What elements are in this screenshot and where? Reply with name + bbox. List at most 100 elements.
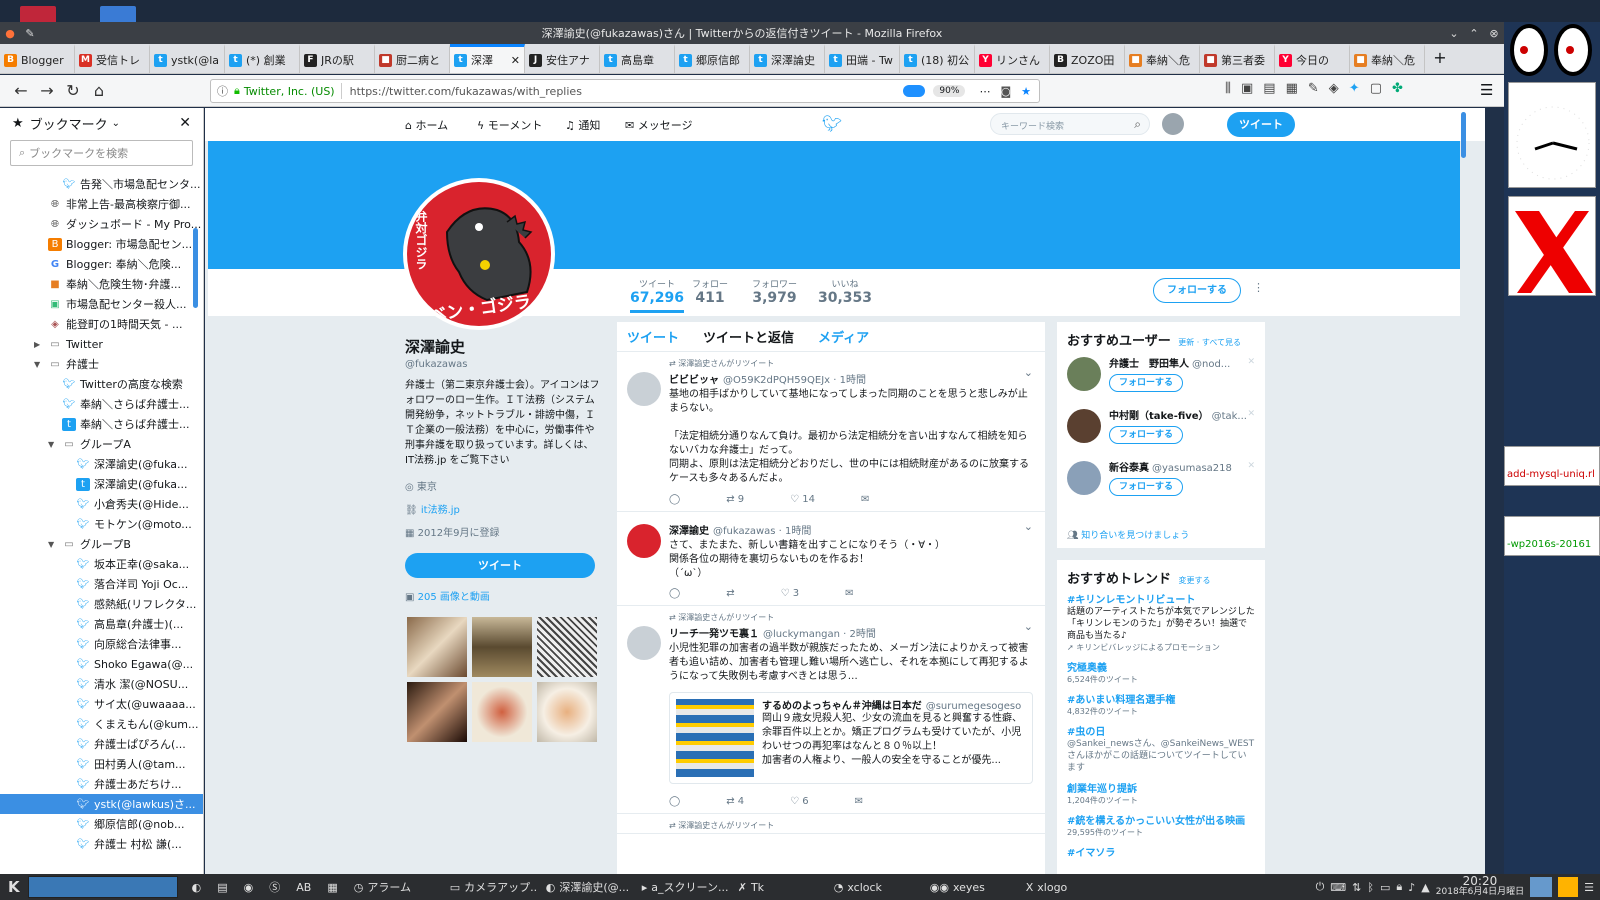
bookmark-item[interactable]: 🐦︎ 感熱紙(リフレクタ... bbox=[0, 594, 203, 614]
tab-item[interactable]: ■ 奉納＼危 bbox=[1350, 44, 1425, 73]
trend-item[interactable]: 究極奥義 6,524件のツイート bbox=[1067, 659, 1255, 685]
tweet-handle[interactable]: @O59K2dPQH59QEJx bbox=[723, 375, 830, 386]
user-avatar[interactable] bbox=[1067, 409, 1101, 443]
tab-item[interactable]: M 受信トレ bbox=[75, 44, 150, 73]
chevron-down-icon[interactable]: ⌄ bbox=[1024, 620, 1033, 633]
profile-name[interactable]: 深澤諭史 bbox=[405, 336, 601, 357]
close-tab-icon[interactable]: ✕ bbox=[511, 54, 520, 67]
taskbar-window[interactable]: ▸ a_スクリーン... bbox=[634, 876, 730, 898]
profile-stat[interactable]: フォロー 411 bbox=[692, 277, 728, 306]
tweet-time[interactable]: 2時間 bbox=[850, 629, 876, 640]
bookmark-item[interactable]: ▶ ▭ Twitter bbox=[0, 334, 203, 354]
find-friends-label[interactable]: 知り合いを見つけましょう bbox=[1081, 531, 1189, 541]
bookmark-item[interactable]: 🐦︎ 坂本正幸(@saka... bbox=[0, 554, 203, 574]
bookmark-item[interactable]: 🐦︎ くまえもん(@kum... bbox=[0, 714, 203, 734]
chevron-down-icon[interactable]: ⌄ bbox=[1024, 520, 1033, 533]
xeyes-widget[interactable] bbox=[1504, 22, 1600, 78]
retweet-action[interactable]: ⇄ 9 bbox=[726, 494, 744, 505]
twitter-search-input[interactable]: キーワード検索 ⌕ bbox=[990, 113, 1150, 135]
recommended-user-name[interactable]: 中村剛（take-five） bbox=[1109, 411, 1209, 422]
launcher-icon[interactable]: Ⓢ bbox=[261, 876, 288, 898]
reader-icon[interactable]: ▤ bbox=[1263, 81, 1275, 96]
retweet-action[interactable]: ⇄ 4 bbox=[726, 796, 744, 807]
page-actions-icon[interactable]: ⋯ bbox=[979, 85, 990, 98]
tab-item[interactable]: t (18) 初公 bbox=[900, 44, 975, 73]
trend-name[interactable]: 創業年巡り提訴 bbox=[1067, 780, 1255, 795]
recommended-user-handle[interactable]: @tak... bbox=[1212, 411, 1247, 422]
dismiss-icon[interactable]: ✕ bbox=[1247, 357, 1255, 367]
media-thumbnail[interactable] bbox=[472, 682, 532, 742]
lock-icon[interactable]: 🔒︎ bbox=[1396, 880, 1402, 894]
media-thumbnail[interactable] bbox=[537, 682, 597, 742]
trend-name[interactable]: #銃を構えるかっこいい女性が出る映画 bbox=[1067, 812, 1255, 827]
taskbar-window[interactable]: ◷ アラーム bbox=[346, 876, 442, 898]
bookmark-item[interactable]: 🐦︎ 弁護士ぱぴろん(... bbox=[0, 734, 203, 754]
reply-icon[interactable]: ◯ bbox=[669, 588, 680, 599]
tweet-avatar[interactable] bbox=[627, 524, 661, 558]
page-scrollbar[interactable] bbox=[1461, 112, 1466, 158]
find-friends-link[interactable]: 👥︎ 知り合いを見つけましょう bbox=[1067, 528, 1189, 541]
trend-item[interactable]: #イマソラ bbox=[1067, 844, 1255, 859]
volume-icon[interactable]: ♪ bbox=[1408, 881, 1415, 894]
nav-tweet-button[interactable]: ツイート bbox=[1227, 112, 1295, 137]
bookmark-search-input[interactable]: ⌕ ブックマークを検索 bbox=[10, 140, 193, 166]
menu-icon[interactable]: ☰ bbox=[1584, 881, 1594, 894]
close-window-icon[interactable]: ⊗ bbox=[1484, 27, 1504, 40]
launcher-icon[interactable]: ◉ bbox=[236, 876, 262, 898]
dm-icon[interactable]: ✉ bbox=[855, 796, 863, 807]
bookmark-item[interactable]: G Blogger: 奉納＼危険... bbox=[0, 254, 203, 274]
home-icon[interactable]: ⌂ bbox=[86, 81, 112, 100]
nav-home[interactable]: ⌂ ホーム bbox=[405, 117, 448, 133]
taskbar-window[interactable]: Xxlogo bbox=[1018, 876, 1114, 898]
follow-user-button[interactable]: フォローする bbox=[1109, 374, 1183, 392]
bookmark-item[interactable]: 🌐︎ 非常上告-最高検察庁御... bbox=[0, 194, 203, 214]
bookmark-item[interactable]: ▣ 市場急配センター殺人... bbox=[0, 294, 203, 314]
user-avatar-icon[interactable] bbox=[1162, 113, 1184, 135]
start-menu-icon[interactable]: K bbox=[0, 876, 28, 898]
recommended-user[interactable]: 中村剛（take-five） @tak... フォローする ✕ bbox=[1057, 401, 1265, 453]
desktop-icon[interactable] bbox=[1530, 877, 1553, 897]
terminal-snippet-1[interactable]: add-mysql-uniq.rl bbox=[1504, 446, 1600, 486]
pin-icon[interactable]: ✎ bbox=[20, 27, 40, 40]
media-thumbnail[interactable] bbox=[537, 617, 597, 677]
bookmark-item[interactable]: 🐦︎ 高島章(弁護士)(... bbox=[0, 614, 203, 634]
site-identity[interactable]: Twitter, Inc. (US) bbox=[244, 85, 335, 98]
tab-item[interactable]: Y リンさん bbox=[975, 44, 1050, 73]
launcher-icon[interactable]: AB bbox=[288, 876, 319, 898]
tab-item[interactable]: t 深澤論史 bbox=[750, 44, 825, 73]
more-options-icon[interactable]: ⋮ bbox=[1253, 281, 1264, 294]
trend-name[interactable]: #キリンレモントリビュート bbox=[1067, 591, 1255, 606]
recommended-user[interactable]: 新谷泰真 @yasumasa218 フォローする ✕ bbox=[1057, 453, 1265, 505]
bookmark-item[interactable]: 🐦︎ 郷原信郎(@nob... bbox=[0, 814, 203, 834]
trend-item[interactable]: #虫の日 @Sankei_newsさん、@SankeiNews_WESTさんほかが… bbox=[1067, 723, 1255, 774]
taskbar-window[interactable]: ▭ カメラアップ... bbox=[442, 876, 538, 898]
chevron-down-icon[interactable]: ⌄ bbox=[112, 118, 120, 129]
tweet-author[interactable]: 深澤諭史 bbox=[669, 526, 709, 537]
trend-name[interactable]: #虫の日 bbox=[1067, 723, 1255, 738]
taskbar-window[interactable]: ◔ xclock bbox=[826, 876, 922, 898]
taskbar-window[interactable]: ◐ 深澤諭史(@... bbox=[538, 876, 634, 898]
sidebar-scrollbar[interactable] bbox=[193, 228, 198, 308]
tweet-avatar[interactable] bbox=[627, 626, 661, 660]
like-action[interactable]: ♡ 3 bbox=[781, 588, 800, 599]
bookmark-item[interactable]: B Blogger: 市場急配セン... bbox=[0, 234, 203, 254]
library-icon[interactable]: ⫼ bbox=[1225, 81, 1231, 96]
clock-date[interactable]: 2018年6月4日月曜日 bbox=[1436, 887, 1524, 898]
taskbar-window[interactable]: ✗ Tk bbox=[730, 876, 826, 898]
nav-moments[interactable]: ϟ モーメント bbox=[477, 117, 542, 133]
xlogo-widget[interactable] bbox=[1508, 196, 1596, 296]
bookmark-item[interactable]: 🐦︎ Twitterの高度な検索 bbox=[0, 374, 203, 394]
reply-icon[interactable]: ◯ bbox=[669, 796, 680, 807]
tab-item[interactable]: ■ 奉納＼危 bbox=[1125, 44, 1200, 73]
tab-item[interactable]: t 高島章 bbox=[600, 44, 675, 73]
menu-icon[interactable]: ☰ bbox=[1480, 81, 1493, 99]
tray-arrow-icon[interactable]: ▲ bbox=[1421, 881, 1429, 894]
follow-button[interactable]: フォローする bbox=[1153, 278, 1241, 303]
follow-user-button[interactable]: フォローする bbox=[1109, 478, 1183, 496]
tweet-handle[interactable]: @luckymangan bbox=[763, 629, 840, 640]
tweet-author[interactable]: ビビビッャ bbox=[669, 375, 719, 386]
recommended-user-name[interactable]: 新谷泰真 bbox=[1109, 463, 1149, 474]
url-bar[interactable]: ⓘ 🔒︎ Twitter, Inc. (US) https://twitter.… bbox=[210, 79, 1040, 103]
trend-item[interactable]: #銃を構えるかっこいい女性が出る映画 29,595件のツイート bbox=[1067, 812, 1255, 838]
profile-handle[interactable]: @fukazawas bbox=[405, 359, 601, 370]
